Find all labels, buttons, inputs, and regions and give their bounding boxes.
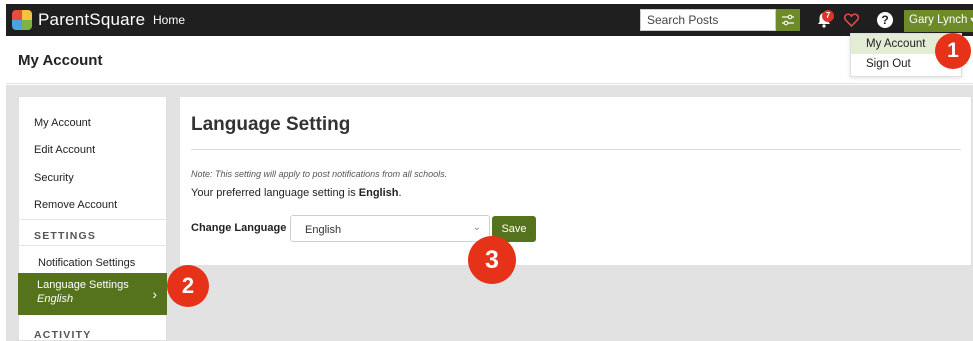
brand-name[interactable]: ParentSquare [38,10,145,30]
sidebar-item-sublabel: English [37,293,74,305]
sidebar-divider [19,245,166,246]
chevron-right-icon: › [152,286,157,302]
page-header: My Account [6,36,973,84]
home-link[interactable]: Home [153,13,185,27]
account-sidebar: My Account Edit Account Security Remove … [18,96,167,341]
language-select[interactable]: English ⌄ [290,215,490,242]
sidebar-heading-activity: ACTIVITY [34,329,92,341]
step-marker-3: 3 [468,236,516,284]
user-menu-button[interactable]: Gary Lynch ▾ [904,10,973,32]
language-note: Note: This setting will apply to post no… [191,169,448,179]
sidebar-item-edit-account[interactable]: Edit Account [34,144,95,156]
card-divider [191,149,961,150]
preferred-language-value: English [358,187,399,199]
chevron-down-icon: ⌄ [472,222,481,233]
language-select-value: English [305,224,342,236]
search-input[interactable] [640,9,776,31]
parentsquare-logo-icon[interactable] [12,10,32,30]
preferred-language-text: Your preferred language setting is Engli… [191,187,402,199]
step-marker-2: 2 [167,265,209,307]
sidebar-item-remove-account[interactable]: Remove Account [34,199,117,211]
sidebar-item-my-account[interactable]: My Account [34,117,91,129]
page-title: My Account [18,52,103,69]
sidebar-item-notification-settings[interactable]: Notification Settings [38,257,135,269]
pref-suffix: . [398,187,402,199]
filter-icon [782,14,794,26]
sidebar-item-security[interactable]: Security [34,172,74,184]
sidebar-item-language-settings[interactable]: Language Settings English › [18,273,167,315]
step-marker-1: 1 [935,33,971,69]
sidebar-item-label: Language Settings [37,279,129,291]
card-title: Language Setting [191,114,351,135]
search-filter-button[interactable] [776,9,800,31]
notification-badge: 7 [822,10,834,22]
top-nav-bar: ParentSquare Home 7 ? Gary Lynch▾ [6,4,973,36]
pref-prefix: Your preferred language setting is [191,187,359,199]
sidebar-heading-settings: SETTINGS [34,230,97,242]
language-setting-card: Language Setting Note: This setting will… [179,96,972,266]
user-name: Gary Lynch [909,14,968,26]
help-icon[interactable]: ? [877,12,893,28]
change-language-label: Change Language [191,222,287,234]
sidebar-divider [19,219,166,220]
heart-icon[interactable] [844,13,859,27]
